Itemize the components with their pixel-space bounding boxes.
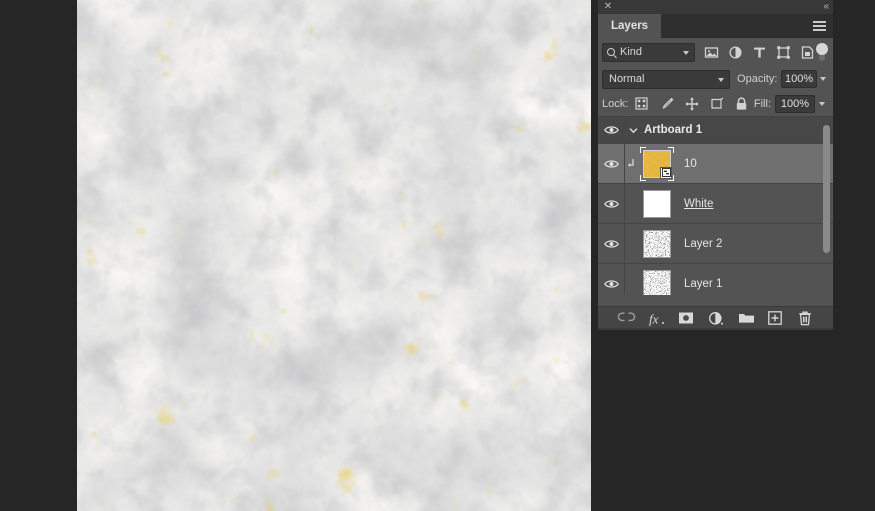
layer-thumbnail-wrap[interactable]	[640, 267, 674, 295]
layer-name-layer-1[interactable]: Layer 1	[684, 278, 722, 290]
svg-text:fx: fx	[649, 311, 659, 326]
layer-row-artboard[interactable]: Artboard 1	[598, 117, 833, 144]
chevron-down-icon[interactable]	[718, 77, 725, 82]
search-icon	[607, 48, 615, 56]
tab-layers[interactable]: Layers	[598, 14, 662, 38]
document-canvas[interactable]	[77, 0, 591, 511]
smart-object-badge	[660, 166, 672, 179]
lock-icons	[635, 97, 749, 111]
filter-enable-toggle[interactable]	[816, 43, 828, 62]
chevron-down-icon[interactable]	[683, 50, 689, 55]
lock-image-pixels-icon[interactable]	[660, 97, 674, 111]
tab-layers-label: Layers	[611, 20, 649, 32]
add-layer-mask-button[interactable]	[678, 311, 694, 327]
fill-label: Fill:	[753, 98, 771, 110]
layer-thumbnail-wrap[interactable]	[640, 146, 674, 181]
visibility-toggle-cell[interactable]	[598, 184, 625, 223]
lock-label: Lock:	[602, 98, 629, 110]
lock-artboard-nesting-icon[interactable]	[710, 97, 724, 111]
layer-thumbnail-noise	[643, 229, 671, 258]
layer-list[interactable]: Artboard 1 10 White Layer 2 Layer 1	[598, 117, 833, 295]
visibility-toggle-cell[interactable]	[598, 144, 625, 183]
lock-row: Lock: Fill: 100%	[598, 92, 833, 117]
eye-icon[interactable]	[603, 125, 619, 135]
panel-bottom-divider	[598, 328, 833, 330]
collapse-icon[interactable]: «	[823, 1, 828, 12]
lock-position-icon[interactable]	[685, 97, 699, 111]
filter-type-layers-icon[interactable]	[752, 45, 767, 60]
layer-row-layer-2[interactable]: Layer 2	[598, 224, 833, 264]
layer-name-layer-2[interactable]: Layer 2	[684, 238, 722, 250]
visibility-toggle-cell[interactable]	[598, 224, 625, 263]
opacity-label: Opacity:	[737, 73, 778, 85]
filter-type-icons	[704, 45, 815, 60]
marble-gold-texture-image	[77, 0, 591, 511]
clipping-mask-icon	[625, 158, 638, 169]
new-group-button[interactable]	[738, 311, 754, 327]
blend-mode-row: Normal Opacity: 100%	[598, 66, 833, 92]
new-layer-button[interactable]	[767, 310, 784, 327]
lock-all-icon[interactable]	[735, 97, 749, 111]
eye-icon[interactable]	[603, 239, 619, 249]
lock-transparent-pixels-icon[interactable]	[635, 97, 649, 111]
fill-input[interactable]: 100%	[775, 95, 815, 113]
layer-row-10[interactable]: 10	[598, 144, 833, 184]
layer-thumbnail-transparent	[643, 189, 671, 218]
fill-chevron-down-icon[interactable]	[815, 95, 829, 113]
visibility-toggle-cell[interactable]	[598, 264, 625, 295]
blend-mode-value: Normal	[609, 73, 645, 85]
layer-list-scrollbar[interactable]	[823, 121, 830, 285]
scrollbar-thumb[interactable]	[823, 125, 830, 253]
layers-panel-footer: fx	[598, 306, 833, 330]
opacity-chevron-down-icon[interactable]	[817, 70, 829, 88]
filter-pixel-layers-icon[interactable]	[704, 45, 719, 60]
artboard-name: Artboard 1	[644, 124, 703, 136]
filter-shape-layers-icon[interactable]	[776, 45, 791, 60]
panel-tabstrip: Layers	[598, 14, 833, 38]
filter-smart-object-icon[interactable]	[800, 45, 815, 60]
layer-name-white[interactable]: White	[684, 198, 713, 210]
photoshop-window: ✕ « Layers Kind Normal Opacity: 100% Loc…	[0, 0, 875, 511]
layer-thumbnail-wrap[interactable]	[640, 227, 674, 261]
visibility-toggle-cell[interactable]	[598, 117, 625, 143]
eye-icon[interactable]	[603, 199, 619, 209]
layers-panel-dock: ✕ « Layers Kind Normal Opacity: 100% Loc…	[598, 0, 833, 330]
eye-icon[interactable]	[603, 279, 619, 289]
layer-thumbnail-wrap[interactable]	[640, 187, 674, 221]
layers-panel-body: Kind Normal Opacity: 100% Lock: Fill: 10…	[598, 38, 833, 330]
dock-titlebar: ✕ «	[598, 0, 833, 14]
layer-row-white[interactable]: White	[598, 184, 833, 224]
new-adjustment-layer-button[interactable]	[708, 311, 724, 327]
link-layers-button[interactable]	[617, 311, 635, 327]
close-icon[interactable]: ✕	[603, 2, 613, 12]
eye-icon[interactable]	[603, 159, 619, 169]
delete-layer-button[interactable]	[798, 311, 814, 327]
filter-kind-select[interactable]: Kind	[602, 42, 695, 62]
panel-menu-icon[interactable]	[813, 21, 826, 32]
filter-kind-label: Kind	[620, 46, 643, 58]
filter-adjustment-layers-icon[interactable]	[728, 45, 743, 60]
layer-name-10[interactable]: 10	[684, 158, 697, 170]
disclosure-chevron-down-icon[interactable]	[625, 127, 641, 134]
blend-mode-select[interactable]: Normal	[602, 69, 731, 89]
layer-filter-row: Kind	[598, 38, 833, 66]
layer-thumbnail-noise	[643, 269, 671, 295]
layer-style-fx-button[interactable]: fx	[648, 311, 664, 327]
layer-row-layer-1[interactable]: Layer 1	[598, 264, 833, 295]
opacity-input[interactable]: 100%	[781, 70, 817, 88]
